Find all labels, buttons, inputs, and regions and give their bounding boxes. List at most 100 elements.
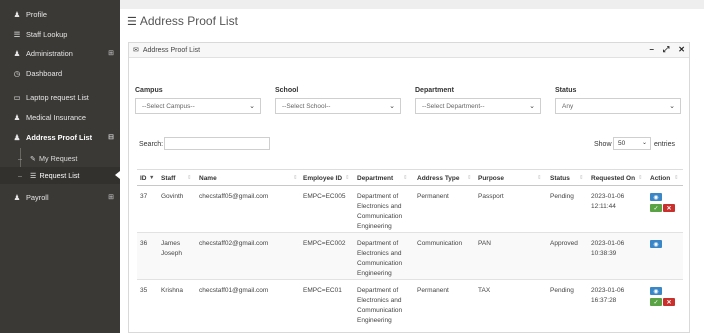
search-input[interactable] — [164, 137, 270, 150]
minimize-icon[interactable]: – — [649, 45, 653, 55]
top-strip — [120, 0, 704, 9]
chevron-down-icon: ⌄ — [529, 103, 535, 110]
cell-staff: James Joseph — [161, 240, 182, 257]
sidebar-item-profile[interactable]: ♟ Profile — [0, 4, 120, 24]
chevron-down-icon: ⌄ — [641, 140, 647, 146]
chevron-down-icon: ⌄ — [389, 103, 395, 110]
col-name[interactable]: Name — [199, 175, 217, 182]
sidebar-item-label: Payroll — [26, 192, 49, 202]
col-purpose[interactable]: Purpose — [478, 175, 504, 182]
entries-select-value: 50 — [618, 140, 626, 147]
sort-icon: ⇕ — [293, 175, 298, 181]
cell-department: Department of Electronics and Communicat… — [357, 287, 403, 324]
sidebar-item-address-proof-list[interactable]: ♟ Address Proof List ⊟ — [0, 127, 120, 147]
col-employee-id[interactable]: Employee ID — [303, 175, 342, 182]
chevron-down-icon: ⌄ — [249, 103, 255, 110]
close-icon[interactable]: ✕ — [678, 45, 685, 55]
col-id[interactable]: ID — [140, 175, 147, 182]
user-icon: ♟ — [13, 132, 21, 142]
cell-status: Approved — [550, 240, 578, 247]
sidebar-item-label: Dashboard — [26, 68, 63, 78]
cell-status: Pending — [550, 193, 574, 200]
list-icon: ☰ — [13, 29, 21, 39]
close-icon: ✕ — [666, 205, 672, 212]
cell-requested-on: 2023-01-06 10:38:39 — [591, 240, 625, 257]
entries-label: entries — [654, 141, 676, 148]
dash-icon: – — [18, 171, 22, 180]
laptop-icon: ▭ — [13, 92, 21, 102]
cell-name: checstaff02@gmail.com — [199, 240, 269, 247]
cell-id: 36 — [140, 240, 148, 247]
sidebar-subitem-label: Request List — [39, 171, 80, 180]
user-icon: ♟ — [13, 48, 21, 58]
approve-button[interactable]: ✓ — [650, 298, 662, 306]
comments-icon: ✉ — [133, 47, 139, 54]
col-status[interactable]: Status — [550, 175, 570, 182]
clock-icon: ◷ — [13, 68, 21, 78]
sort-icon: ⇕ — [403, 175, 408, 181]
dash-icon: – — [18, 154, 22, 163]
status-select-value: Any — [562, 102, 574, 110]
check-icon: ✓ — [653, 299, 659, 306]
approve-button[interactable]: ✓ — [650, 204, 662, 212]
col-staff[interactable]: Staff — [161, 175, 175, 182]
sidebar-item-laptop-request-list[interactable]: ▭ Laptop request List — [0, 87, 120, 107]
user-icon: ♟ — [13, 9, 21, 19]
cell-purpose: Passport — [478, 193, 504, 200]
sidebar-item-staff-lookup[interactable]: ☰ Staff Lookup — [0, 24, 120, 44]
view-button[interactable]: ◉ — [650, 287, 662, 295]
entries-select[interactable]: 50 ⌄ — [613, 137, 651, 150]
col-requested-on[interactable]: Requested On — [591, 175, 635, 182]
page-title-text: Address Proof List — [139, 14, 238, 28]
eye-icon: ◉ — [653, 288, 659, 295]
campus-select[interactable]: --Select Campus-- ⌄ — [135, 98, 261, 114]
sidebar-item-medical-insurance[interactable]: ♟ Medical Insurance — [0, 107, 120, 127]
col-department[interactable]: Department — [357, 175, 393, 182]
close-icon: ✕ — [666, 299, 672, 306]
status-select[interactable]: Any ⌄ — [555, 98, 681, 114]
cell-address-type: Permanent — [417, 193, 449, 200]
cell-name: checstaff05@gmail.com — [199, 193, 269, 200]
view-button[interactable]: ◉ — [650, 193, 662, 201]
table-row: 35 Krishna checstaff01@gmail.com EMPC=EC… — [137, 280, 683, 333]
school-select[interactable]: --Select School-- ⌄ — [275, 98, 401, 114]
sidebar-item-payroll[interactable]: ♟ Payroll ⊞ — [0, 187, 120, 207]
cell-staff: Krishna — [161, 287, 184, 294]
reject-button[interactable]: ✕ — [663, 204, 675, 212]
cell-employee-id: EMPC=EC005 — [303, 193, 346, 200]
col-action: Action — [650, 175, 671, 182]
cell-department: Department of Electronics and Communicat… — [357, 193, 403, 230]
sort-icon: ⇕ — [674, 175, 679, 181]
collapse-icon[interactable]: ⊟ — [108, 133, 114, 141]
sidebar-item-label: Laptop request List — [26, 92, 89, 102]
expand-icon[interactable]: ⤢ — [663, 45, 669, 55]
panel-title: Address Proof List — [142, 46, 201, 54]
user-icon: ♟ — [13, 112, 21, 122]
sidebar-subitem-my-request[interactable]: – ✎ My Request — [0, 150, 120, 167]
user-icon: ♟ — [13, 192, 21, 202]
reject-button[interactable]: ✕ — [663, 298, 675, 306]
cell-status: Pending — [550, 287, 574, 294]
cell-name: checstaff01@gmail.com — [199, 287, 269, 294]
eye-icon: ◉ — [653, 194, 659, 201]
campus-select-value: --Select Campus-- — [142, 102, 195, 110]
expand-icon[interactable]: ⊞ — [108, 193, 114, 201]
list-icon: ☰ — [127, 15, 137, 28]
panel-header: ✉ Address Proof List – ⤢ ✕ — [129, 43, 689, 58]
cell-address-type: Permanent — [417, 287, 449, 294]
cell-purpose: PAN — [478, 240, 491, 247]
sidebar-subitem-request-list[interactable]: – ☰ Request List — [0, 167, 120, 184]
cell-staff: Govinth — [161, 193, 184, 200]
department-select[interactable]: --Select Department-- ⌄ — [415, 98, 541, 114]
eye-icon: ◉ — [653, 241, 659, 248]
cell-address-type: Communication — [417, 240, 463, 247]
view-button[interactable]: ◉ — [650, 240, 662, 248]
col-address-type[interactable]: Address Type — [417, 175, 460, 182]
sort-icon: ⇕ — [537, 175, 542, 181]
check-icon: ✓ — [653, 205, 659, 212]
expand-icon[interactable]: ⊞ — [108, 49, 114, 57]
sidebar-item-dashboard[interactable]: ◷ Dashboard — [0, 63, 120, 83]
sort-icon: ⇕ — [579, 175, 584, 181]
list-icon: ☰ — [30, 171, 37, 180]
sidebar-item-administration[interactable]: ♟ Administration ⊞ — [0, 43, 120, 63]
